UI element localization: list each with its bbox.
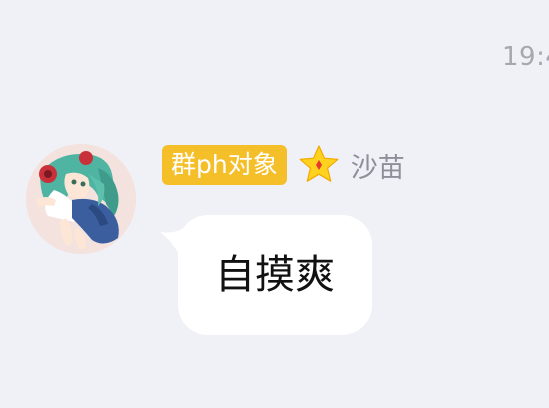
sender-name[interactable]: 沙苗 xyxy=(351,146,405,185)
star-icon xyxy=(299,145,339,182)
group-title-badge[interactable]: 群ph对象 xyxy=(162,145,287,185)
message-bubble[interactable]: 自摸爽 xyxy=(178,215,372,335)
message-text: 自摸爽 xyxy=(215,252,335,298)
message-timestamp: 19:4 xyxy=(502,42,549,72)
avatar[interactable] xyxy=(26,144,136,254)
sender-info: 群ph对象 沙苗 xyxy=(162,143,405,187)
anime-girl-avatar-icon xyxy=(26,144,136,254)
